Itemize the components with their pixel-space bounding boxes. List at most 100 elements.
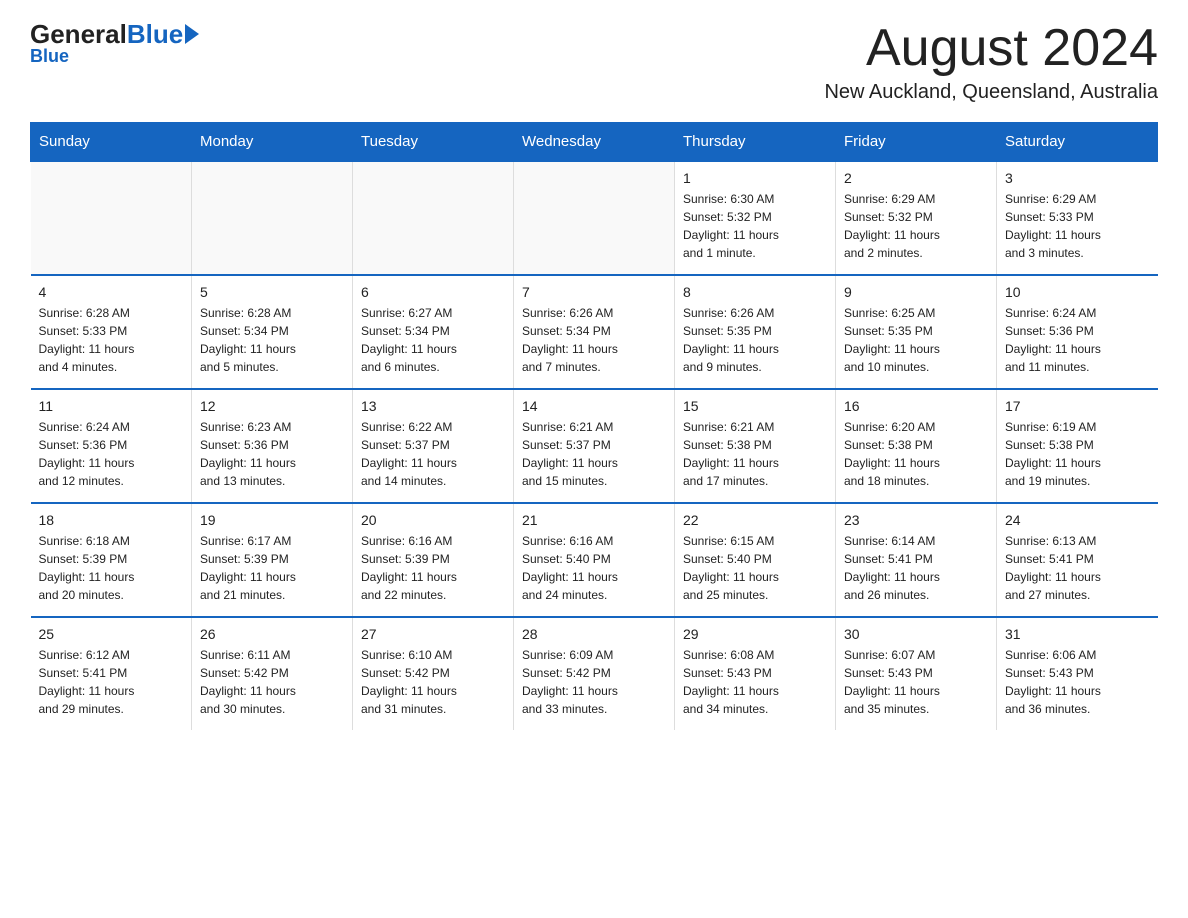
- day-number: 14: [522, 398, 666, 414]
- day-info: Sunrise: 6:24 AM Sunset: 5:36 PM Dayligh…: [1005, 304, 1150, 376]
- day-info: Sunrise: 6:21 AM Sunset: 5:38 PM Dayligh…: [683, 418, 827, 490]
- logo-text: GeneralBlue: [30, 20, 199, 49]
- logo-arrow-icon: [185, 24, 199, 44]
- day-info: Sunrise: 6:08 AM Sunset: 5:43 PM Dayligh…: [683, 646, 827, 718]
- day-number: 7: [522, 284, 666, 300]
- day-number: 23: [844, 512, 988, 528]
- day-info: Sunrise: 6:29 AM Sunset: 5:32 PM Dayligh…: [844, 190, 988, 262]
- day-info: Sunrise: 6:10 AM Sunset: 5:42 PM Dayligh…: [361, 646, 505, 718]
- day-info: Sunrise: 6:16 AM Sunset: 5:39 PM Dayligh…: [361, 532, 505, 604]
- day-number: 4: [39, 284, 184, 300]
- calendar-day-cell: 21Sunrise: 6:16 AM Sunset: 5:40 PM Dayli…: [514, 503, 675, 617]
- calendar-day-cell: 29 Sunrise: 6:08 AM Sunset: 5:43 PM Dayli…: [675, 617, 836, 730]
- day-info: Sunrise: 6:17 AM Sunset: 5:39 PM Dayligh…: [200, 532, 344, 604]
- day-info: Sunrise: 6:12 AM Sunset: 5:41 PM Dayligh…: [39, 646, 184, 718]
- day-info: Sunrise: 6:16 AM Sunset: 5:40 PM Dayligh…: [522, 532, 666, 604]
- day-number: 20: [361, 512, 505, 528]
- weekday-header: Sunday: [31, 123, 192, 162]
- day-number: 26: [200, 626, 344, 642]
- day-info: Sunrise: 6:24 AM Sunset: 5:36 PM Dayligh…: [39, 418, 184, 490]
- day-info: Sunrise: 6:25 AM Sunset: 5:35 PM Dayligh…: [844, 304, 988, 376]
- weekday-header: Thursday: [675, 123, 836, 162]
- calendar-day-cell: 6 Sunrise: 6:27 AM Sunset: 5:34 PM Daylig…: [353, 275, 514, 389]
- day-number: 19: [200, 512, 344, 528]
- calendar-day-cell: 4 Sunrise: 6:28 AM Sunset: 5:33 PM Daylig…: [31, 275, 192, 389]
- calendar-day-cell: 30Sunrise: 6:07 AM Sunset: 5:43 PM Dayli…: [836, 617, 997, 730]
- calendar-week-row: 1 Sunrise: 6:30 AM Sunset: 5:32 PM Daylig…: [31, 161, 1158, 275]
- day-info: Sunrise: 6:15 AM Sunset: 5:40 PM Dayligh…: [683, 532, 827, 604]
- day-number: 12: [200, 398, 344, 414]
- calendar-day-cell: [31, 161, 192, 275]
- day-number: 11: [39, 398, 184, 414]
- calendar-day-cell: 3 Sunrise: 6:29 AM Sunset: 5:33 PM Daylig…: [997, 161, 1158, 275]
- day-number: 22: [683, 512, 827, 528]
- day-info: Sunrise: 6:20 AM Sunset: 5:38 PM Dayligh…: [844, 418, 988, 490]
- calendar-day-cell: 26Sunrise: 6:11 AM Sunset: 5:42 PM Dayli…: [192, 617, 353, 730]
- calendar-day-cell: 11 Sunrise: 6:24 AM Sunset: 5:36 PM Dayli…: [31, 389, 192, 503]
- day-number: 6: [361, 284, 505, 300]
- calendar-day-cell: 22 Sunrise: 6:15 AM Sunset: 5:40 PM Dayli…: [675, 503, 836, 617]
- day-number: 5: [200, 284, 344, 300]
- day-info: Sunrise: 6:28 AM Sunset: 5:33 PM Dayligh…: [39, 304, 184, 376]
- calendar-week-row: 11 Sunrise: 6:24 AM Sunset: 5:36 PM Dayli…: [31, 389, 1158, 503]
- day-info: Sunrise: 6:13 AM Sunset: 5:41 PM Dayligh…: [1005, 532, 1150, 604]
- day-number: 10: [1005, 284, 1150, 300]
- calendar-week-row: 4 Sunrise: 6:28 AM Sunset: 5:33 PM Daylig…: [31, 275, 1158, 389]
- day-number: 29: [683, 626, 827, 642]
- day-info: Sunrise: 6:09 AM Sunset: 5:42 PM Dayligh…: [522, 646, 666, 718]
- day-info: Sunrise: 6:14 AM Sunset: 5:41 PM Dayligh…: [844, 532, 988, 604]
- calendar-day-cell: 18 Sunrise: 6:18 AM Sunset: 5:39 PM Dayli…: [31, 503, 192, 617]
- day-info: Sunrise: 6:28 AM Sunset: 5:34 PM Dayligh…: [200, 304, 344, 376]
- calendar-day-cell: 31Sunrise: 6:06 AM Sunset: 5:43 PM Dayli…: [997, 617, 1158, 730]
- calendar-title: August 2024: [824, 20, 1158, 77]
- calendar-day-cell: 28 Sunrise: 6:09 AM Sunset: 5:42 PM Dayli…: [514, 617, 675, 730]
- day-info: Sunrise: 6:29 AM Sunset: 5:33 PM Dayligh…: [1005, 190, 1150, 262]
- day-info: Sunrise: 6:22 AM Sunset: 5:37 PM Dayligh…: [361, 418, 505, 490]
- calendar-day-cell: 14 Sunrise: 6:21 AM Sunset: 5:37 PM Dayli…: [514, 389, 675, 503]
- calendar-day-cell: 10 Sunrise: 6:24 AM Sunset: 5:36 PM Dayli…: [997, 275, 1158, 389]
- weekday-header: Tuesday: [353, 123, 514, 162]
- calendar-day-cell: 27 Sunrise: 6:10 AM Sunset: 5:42 PM Dayli…: [353, 617, 514, 730]
- logo-blue-line: Blue: [30, 47, 69, 67]
- logo-general: General: [30, 20, 127, 49]
- calendar-week-row: 18 Sunrise: 6:18 AM Sunset: 5:39 PM Dayli…: [31, 503, 1158, 617]
- calendar-day-cell: 7 Sunrise: 6:26 AM Sunset: 5:34 PM Daylig…: [514, 275, 675, 389]
- weekday-header: Wednesday: [514, 123, 675, 162]
- day-info: Sunrise: 6:23 AM Sunset: 5:36 PM Dayligh…: [200, 418, 344, 490]
- calendar-day-cell: 8Sunrise: 6:26 AM Sunset: 5:35 PM Daylig…: [675, 275, 836, 389]
- day-number: 24: [1005, 512, 1150, 528]
- logo-blue: Blue: [127, 20, 183, 49]
- day-number: 15: [683, 398, 827, 414]
- day-number: 27: [361, 626, 505, 642]
- day-number: 9: [844, 284, 988, 300]
- day-number: 8: [683, 284, 827, 300]
- weekday-header: Monday: [192, 123, 353, 162]
- page-header: GeneralBlue Blue August 2024 New Aucklan…: [30, 20, 1158, 104]
- calendar-day-cell: 19 Sunrise: 6:17 AM Sunset: 5:39 PM Dayli…: [192, 503, 353, 617]
- calendar-subtitle: New Auckland, Queensland, Australia: [824, 81, 1158, 104]
- day-number: 30: [844, 626, 988, 642]
- day-info: Sunrise: 6:21 AM Sunset: 5:37 PM Dayligh…: [522, 418, 666, 490]
- calendar-day-cell: 16Sunrise: 6:20 AM Sunset: 5:38 PM Dayli…: [836, 389, 997, 503]
- day-number: 1: [683, 170, 827, 186]
- day-number: 28: [522, 626, 666, 642]
- day-number: 18: [39, 512, 184, 528]
- day-number: 3: [1005, 170, 1150, 186]
- calendar-day-cell: 9 Sunrise: 6:25 AM Sunset: 5:35 PM Daylig…: [836, 275, 997, 389]
- calendar-day-cell: 24 Sunrise: 6:13 AM Sunset: 5:41 PM Dayli…: [997, 503, 1158, 617]
- day-info: Sunrise: 6:19 AM Sunset: 5:38 PM Dayligh…: [1005, 418, 1150, 490]
- logo: GeneralBlue Blue: [30, 20, 199, 66]
- calendar-day-cell: [353, 161, 514, 275]
- title-block: August 2024 New Auckland, Queensland, Au…: [824, 20, 1158, 104]
- weekday-header: Saturday: [997, 123, 1158, 162]
- day-info: Sunrise: 6:26 AM Sunset: 5:34 PM Dayligh…: [522, 304, 666, 376]
- weekday-header: Friday: [836, 123, 997, 162]
- day-info: Sunrise: 6:27 AM Sunset: 5:34 PM Dayligh…: [361, 304, 505, 376]
- day-info: Sunrise: 6:18 AM Sunset: 5:39 PM Dayligh…: [39, 532, 184, 604]
- day-info: Sunrise: 6:30 AM Sunset: 5:32 PM Dayligh…: [683, 190, 827, 262]
- weekday-header-row: SundayMondayTuesdayWednesdayThursdayFrid…: [31, 123, 1158, 162]
- calendar-table: SundayMondayTuesdayWednesdayThursdayFrid…: [30, 122, 1158, 730]
- calendar-day-cell: [514, 161, 675, 275]
- calendar-day-cell: 20 Sunrise: 6:16 AM Sunset: 5:39 PM Dayli…: [353, 503, 514, 617]
- calendar-day-cell: 25Sunrise: 6:12 AM Sunset: 5:41 PM Dayli…: [31, 617, 192, 730]
